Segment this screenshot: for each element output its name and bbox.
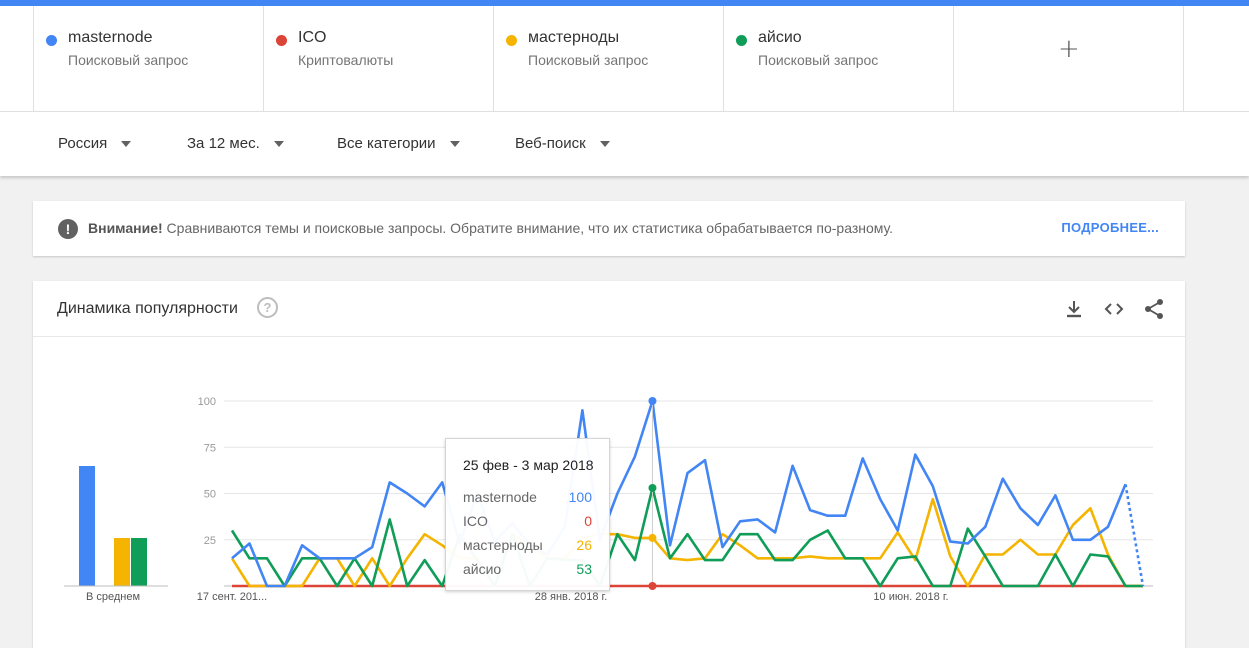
- caret-down-icon: [273, 141, 284, 148]
- tooltip-label: айсио: [463, 561, 502, 577]
- comparison-notice: ! Внимание! Сравниваются темы и поисковы…: [33, 201, 1185, 256]
- chart-tooltip: 25 фев - 3 мар 2018 masternode 100 ICO 0…: [445, 438, 610, 591]
- notice-body: Сравниваются темы и поисковые запросы. О…: [166, 220, 894, 236]
- term-chip-ico[interactable]: ICO Криптовалюты: [264, 6, 494, 111]
- caret-down-icon: [121, 141, 132, 148]
- tooltip-date: 25 фев - 3 мар 2018: [463, 457, 594, 473]
- search-type-label: Веб-поиск: [515, 135, 586, 152]
- card-title: Динамика популярности: [57, 300, 238, 317]
- tooltip-value: 53: [576, 561, 592, 577]
- caret-down-icon: [449, 141, 460, 148]
- series-color-dot: [736, 35, 747, 46]
- category-dropdown[interactable]: Все категории: [337, 135, 460, 152]
- term-name: masternode: [68, 29, 153, 46]
- series-color-dot: [46, 35, 57, 46]
- region-label: Россия: [58, 135, 108, 152]
- term-type: Криптовалюты: [298, 52, 394, 68]
- series-color-dot: [506, 35, 517, 46]
- download-icon[interactable]: [1062, 297, 1086, 321]
- term-type: Поисковый запрос: [68, 52, 189, 68]
- help-icon[interactable]: ?: [257, 297, 278, 318]
- term-chip-masternode[interactable]: masternode Поисковый запрос: [34, 6, 264, 111]
- tooltip-value: 26: [576, 537, 592, 553]
- comparison-terms-bar: masternode Поисковый запрос ICO Криптова…: [0, 6, 1249, 111]
- plus-icon: +: [1058, 34, 1080, 64]
- notice-bold: Внимание!: [88, 220, 163, 236]
- period-label: За 12 мес.: [187, 135, 260, 152]
- tooltip-value: 0: [584, 513, 592, 529]
- term-chip-aysio[interactable]: айсио Поисковый запрос: [724, 6, 954, 111]
- tooltip-label: мастерноды: [463, 537, 543, 553]
- series-color-dot: [276, 35, 287, 46]
- term-chip-masternody[interactable]: мастерноды Поисковый запрос: [494, 6, 724, 111]
- category-label: Все категории: [337, 135, 436, 152]
- tooltip-value: 100: [568, 489, 592, 505]
- term-type: Поисковый запрос: [758, 52, 879, 68]
- learn-more-link[interactable]: ПОДРОБНЕЕ...: [1061, 220, 1159, 235]
- share-icon[interactable]: [1142, 297, 1166, 321]
- add-comparison-button[interactable]: +: [954, 6, 1184, 111]
- search-type-dropdown[interactable]: Веб-поиск: [515, 135, 610, 152]
- term-type: Поисковый запрос: [528, 52, 649, 68]
- notice-text: Внимание! Сравниваются темы и поисковые …: [88, 220, 893, 236]
- term-name: мастерноды: [528, 29, 620, 46]
- warning-icon: !: [58, 219, 78, 239]
- embed-icon[interactable]: [1102, 297, 1126, 321]
- term-name: ICO: [298, 29, 327, 46]
- tooltip-label: masternode: [463, 489, 537, 505]
- term-bar-left-edge: [0, 6, 34, 111]
- term-name: айсио: [758, 29, 802, 46]
- period-dropdown[interactable]: За 12 мес.: [187, 135, 284, 152]
- caret-down-icon: [599, 141, 610, 148]
- tooltip-label: ICO: [463, 513, 488, 529]
- filters-bar: Россия За 12 мес. Все категории Веб-поис…: [0, 111, 1249, 176]
- card-header: Динамика популярности ?: [33, 281, 1185, 337]
- region-dropdown[interactable]: Россия: [58, 135, 132, 152]
